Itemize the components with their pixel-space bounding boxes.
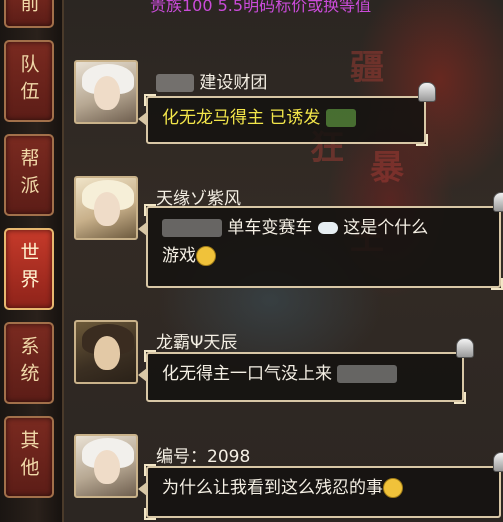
bell-icon[interactable] [418, 82, 436, 102]
bell-icon[interactable] [493, 192, 503, 212]
message-bubble: 化无得主一口气没上来 [138, 338, 474, 404]
tab-team[interactable]: 队伍 [4, 40, 54, 122]
avatar[interactable] [74, 60, 138, 124]
sad-emoji-icon [383, 478, 403, 498]
sender-name[interactable]: 建设财团 [156, 68, 267, 93]
trade-notice-text: 贵族100 5.5明码标价或换等值 [150, 0, 372, 15]
tab-system[interactable]: 系统 [4, 322, 54, 404]
cloud-emoji-icon [317, 222, 338, 234]
tab-guild[interactable]: 帮派 [4, 134, 54, 216]
avatar[interactable] [74, 176, 138, 240]
message-bubble: 为什么让我看到这么残忍的事 [138, 452, 503, 520]
bell-icon[interactable] [456, 338, 474, 358]
tab-world[interactable]: 世界 [4, 228, 54, 310]
message-bubble: 化无龙马得主 已诱发 [138, 82, 436, 146]
sender-name[interactable]: 编号：2098 [156, 442, 250, 467]
avatar[interactable] [74, 320, 138, 384]
bell-icon[interactable] [493, 452, 503, 472]
grin-emoji-icon [196, 246, 216, 266]
message-bubble: 单车变赛车 这是个什么 游戏 [138, 192, 503, 290]
sender-name[interactable]: 龙霸Ψ天辰 [156, 328, 237, 353]
tab-other[interactable]: 其他 [4, 416, 54, 498]
channel-tab-rail: 前 队伍 帮派 世界 系统 其他 [0, 0, 64, 522]
tab-recent[interactable]: 前 [4, 0, 54, 28]
avatar[interactable] [74, 434, 138, 498]
